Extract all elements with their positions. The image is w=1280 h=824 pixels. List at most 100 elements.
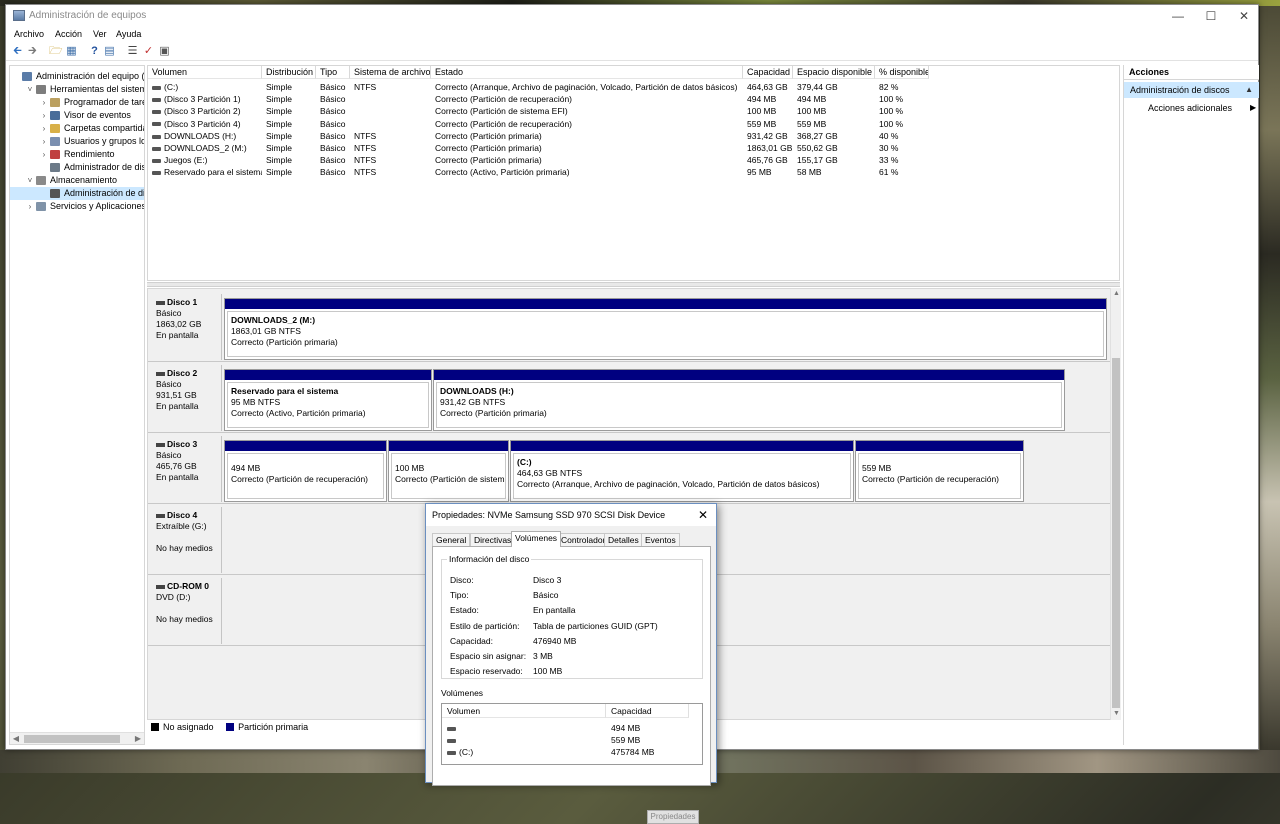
column-header[interactable]: Estado	[431, 66, 743, 79]
actions-section-disk-management[interactable]: Administración de discos ▲	[1124, 82, 1259, 98]
table-row[interactable]: (Disco 3 Partición 1) Simple Básico Correct…	[148, 93, 1119, 105]
show-hide-tree-icon[interactable]: ▦	[65, 45, 78, 58]
maximize-button[interactable]: ☐	[1195, 5, 1227, 27]
scroll-down-icon[interactable]: ▼	[1111, 708, 1122, 720]
partition-block[interactable]: 494 MB Correcto (Partición de recuperació…	[224, 440, 387, 502]
tree-item[interactable]: › Visor de eventos	[10, 109, 144, 122]
tree-item[interactable]: › Programador de tareas	[10, 96, 144, 109]
column-header[interactable]: Capacidad	[743, 66, 793, 79]
disk-info-line: Básico	[156, 450, 182, 460]
checklist-icon[interactable]: ✓	[142, 45, 155, 58]
collapsed-chevron-icon[interactable]: ›	[40, 135, 48, 148]
tree-item[interactable]: Administración del equipo (loc	[10, 70, 144, 83]
column-header[interactable]: Espacio disponible	[793, 66, 875, 79]
tree-item[interactable]: › Rendimiento	[10, 148, 144, 161]
pane-splitter[interactable]	[147, 282, 1120, 287]
partition-status: Correcto (Partición de recuperación)	[862, 474, 1000, 484]
table-row[interactable]: (C:) Simple Básico NTFS Correcto (Arranque, …	[148, 81, 1119, 93]
table-cell: Básico	[320, 106, 346, 117]
tab-volúmenes[interactable]: Volúmenes	[511, 531, 562, 547]
tab-eventos[interactable]: Eventos	[641, 533, 680, 546]
minimize-button[interactable]: —	[1162, 5, 1194, 27]
collapse-up-icon[interactable]: ▲	[1245, 82, 1253, 98]
tree-horizontal-scrollbar[interactable]: ◀ ▶	[10, 732, 144, 744]
menu-archivo[interactable]: Archivo	[14, 29, 44, 39]
collapsed-chevron-icon[interactable]: ›	[40, 148, 48, 161]
table-cell: 100 MB	[797, 106, 827, 117]
disk-info[interactable]: Disco 1 Básico 1863,02 GB En pantalla	[150, 294, 222, 360]
menu-accion[interactable]: Acción	[55, 29, 82, 39]
partition-size: 95 MB NTFS	[231, 397, 281, 407]
tab-directivas[interactable]: Directivas	[470, 533, 516, 546]
scroll-thumb[interactable]	[24, 735, 120, 743]
table-row[interactable]: 494 MB	[442, 722, 702, 734]
show-hide-action-pane-icon[interactable]: ▤	[103, 45, 116, 58]
column-header[interactable]: Volumen	[148, 66, 262, 79]
properties-icon[interactable]: ▣	[158, 45, 171, 58]
dialog-close-icon[interactable]: ✕	[696, 508, 710, 522]
partition-block[interactable]: DOWNLOADS_2 (M:) 1863,01 GB NTFS Correcto …	[224, 298, 1107, 360]
collapsed-chevron-icon[interactable]: ›	[26, 200, 34, 213]
disk-info[interactable]: Disco 4 Extraíble (G:) No hay medios	[150, 507, 222, 573]
properties-button[interactable]: Propiedades	[647, 810, 699, 824]
column-header[interactable]: Volumen	[442, 704, 606, 718]
partition-block[interactable]: 100 MB Correcto (Partición de sistem	[388, 440, 509, 502]
scroll-right-icon[interactable]: ▶	[132, 733, 144, 744]
back-arrow-icon[interactable]: 🡰	[11, 45, 24, 58]
unassigned-swatch	[151, 723, 159, 731]
partition-block[interactable]: (C:) 464,63 GB NTFS Correcto (Arranque, Ar…	[510, 440, 854, 502]
partition-block[interactable]: Reservado para el sistema 95 MB NTFS Corre…	[224, 369, 432, 431]
collapsed-chevron-icon[interactable]: ›	[40, 122, 48, 135]
tree-item[interactable]: › Servicios y Aplicaciones	[10, 200, 144, 213]
more-actions-item[interactable]: Acciones adicionales	[1148, 103, 1232, 113]
menu-ayuda[interactable]: Ayuda	[116, 29, 141, 39]
table-row[interactable]: DOWNLOADS_2 (M:) Simple Básico NTFS Correcto…	[148, 142, 1119, 154]
disk-info[interactable]: Disco 3 Básico 465,76 GB En pantalla	[150, 436, 222, 502]
column-header[interactable]: Capacidad	[606, 704, 689, 718]
scroll-thumb[interactable]	[1112, 358, 1120, 708]
column-header[interactable]: Tipo	[316, 66, 350, 79]
table-row[interactable]: Reservado para el sistema Simple Básico NTF…	[148, 166, 1119, 178]
up-folder-icon[interactable]: 🗁	[49, 45, 63, 58]
tab-detalles[interactable]: Detalles	[604, 533, 643, 546]
partition-block[interactable]: DOWNLOADS (H:) 931,42 GB NTFS Correcto (Pa…	[433, 369, 1065, 431]
connect-icon[interactable]: ☰	[126, 45, 139, 58]
partition-block[interactable]: 559 MB Correcto (Partición de recuperació…	[855, 440, 1024, 502]
event-viewer-icon	[50, 111, 60, 120]
column-header[interactable]: Sistema de archivos	[350, 66, 431, 79]
submenu-arrow-icon[interactable]: ▶	[1250, 103, 1256, 112]
collapsed-chevron-icon[interactable]: ›	[40, 96, 48, 109]
collapsed-chevron-icon[interactable]: ›	[40, 109, 48, 122]
help-icon[interactable]: ?	[88, 45, 101, 58]
forward-arrow-icon[interactable]: 🡲	[26, 45, 39, 58]
tree-item[interactable]: › Usuarios y grupos locale	[10, 135, 144, 148]
column-header[interactable]: Distribución	[262, 66, 316, 79]
table-row[interactable]: (C:) 475784 MB	[442, 746, 702, 758]
table-row[interactable]: 559 MB	[442, 734, 702, 746]
tab-general[interactable]: General	[432, 533, 471, 546]
tree-item[interactable]: ˅ Almacenamiento	[10, 174, 144, 187]
table-row[interactable]: (Disco 3 Partición 2) Simple Básico Correct…	[148, 105, 1119, 117]
scroll-left-icon[interactable]: ◀	[10, 733, 22, 744]
tab-controlador[interactable]: Controlador	[557, 533, 610, 546]
tree-item[interactable]: Administrador de dispo	[10, 161, 144, 174]
disk-info-line: En pantalla	[156, 330, 199, 340]
expanded-chevron-icon[interactable]: ˅	[26, 174, 34, 187]
disk-view-scrollbar[interactable]: ▲ ▼	[1110, 288, 1121, 720]
table-row[interactable]: (Disco 3 Partición 4) Simple Básico Correct…	[148, 118, 1119, 130]
column-header[interactable]: % disponible	[875, 66, 929, 79]
tree-item[interactable]: ˅ Herramientas del sistema	[10, 83, 144, 96]
title-bar[interactable]: Administración de equipos — ☐ ✕	[6, 5, 1258, 27]
disk-info[interactable]: CD-ROM 0 DVD (D:) No hay medios	[150, 578, 222, 644]
tree-item[interactable]: Administración de disco	[10, 187, 144, 200]
table-row[interactable]: Juegos (E:) Simple Básico NTFS Correcto (Par…	[148, 154, 1119, 166]
disk-info[interactable]: Disco 2 Básico 931,51 GB En pantalla	[150, 365, 222, 431]
scroll-up-icon[interactable]: ▲	[1111, 288, 1122, 300]
expanded-chevron-icon[interactable]: ˅	[26, 83, 34, 96]
table-row[interactable]: DOWNLOADS (H:) Simple Básico NTFS Correcto (…	[148, 130, 1119, 142]
menu-ver[interactable]: Ver	[93, 29, 107, 39]
close-button[interactable]: ✕	[1228, 5, 1260, 27]
volumes-table[interactable]: Volumen Capacidad 494 MB 559 MB (C:) 475784 M…	[441, 703, 703, 765]
dialog-title[interactable]: Propiedades: NVMe Samsung SSD 970 SCSI D…	[426, 504, 716, 526]
tree-item[interactable]: › Carpetas compartidas	[10, 122, 144, 135]
